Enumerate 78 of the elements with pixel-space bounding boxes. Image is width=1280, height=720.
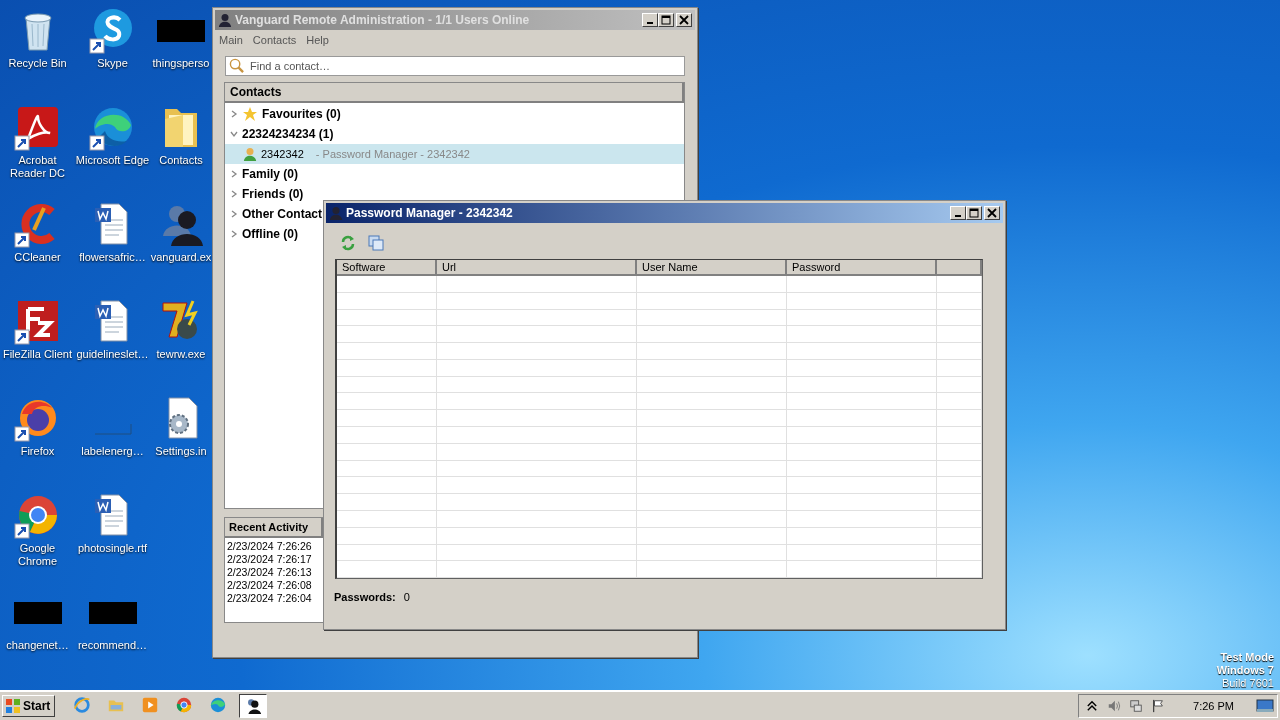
window-title: Password Manager - 2342342 — [346, 206, 514, 220]
contact-group[interactable]: Friends (0) — [225, 184, 304, 204]
flag-icon[interactable] — [1151, 699, 1166, 713]
search-icon — [229, 58, 244, 73]
icon-label: FileZilla Client — [2, 348, 73, 361]
count-label: Passwords: — [334, 591, 396, 603]
close-button[interactable] — [676, 13, 692, 27]
menu-item[interactable]: Contacts — [252, 34, 297, 46]
icon-label: Settings.in — [155, 445, 207, 458]
icon-label: Microsoft Edge — [75, 154, 150, 167]
contact-group[interactable]: Other Contact — [225, 204, 322, 224]
expand-icon[interactable] — [230, 110, 238, 118]
activity-entry: 2/23/2024 7:26:26 — [227, 540, 313, 553]
contact-name: 2342342 — [261, 148, 304, 160]
edition-label: Windows 7 — [1216, 664, 1274, 677]
start-logo-icon — [5, 698, 21, 714]
column-header[interactable]: Password — [787, 260, 937, 276]
contact-status: - Password Manager - 2342342 — [315, 148, 470, 160]
column-header[interactable]: User Name — [637, 260, 787, 276]
clock[interactable]: 7:26 PM — [1193, 700, 1234, 712]
menu-item[interactable]: Help — [306, 34, 329, 46]
icon-label: labelenerg… — [81, 445, 144, 458]
icon-label: vanguard.ex — [150, 251, 212, 264]
activity-entry: 2/23/2024 7:26:17 — [227, 553, 313, 566]
user-icon[interactable] — [239, 694, 268, 718]
show-desktop-icon[interactable] — [1256, 699, 1274, 713]
expand-icon[interactable] — [230, 230, 238, 238]
column-header[interactable]: Software — [337, 260, 437, 276]
menu-item[interactable]: Main — [219, 34, 243, 46]
copy-icon[interactable] — [368, 235, 384, 251]
network-icon[interactable] — [1129, 699, 1144, 713]
panel-header: Recent Activity — [225, 518, 323, 538]
user-icon — [243, 147, 257, 161]
search-field[interactable]: Find a contact… — [225, 56, 685, 76]
icon-label: Skype — [97, 57, 128, 70]
show-hidden-icon[interactable] — [1085, 699, 1100, 713]
icon-label: flowersafric… — [79, 251, 146, 264]
column-header[interactable]: Url — [437, 260, 637, 276]
activity-entry: 2/23/2024 7:26:04 — [227, 592, 313, 605]
start-button[interactable]: Start — [2, 695, 56, 717]
contact-group[interactable]: Offline (0) — [225, 224, 298, 244]
icon-label: guidelineslet… — [76, 348, 149, 361]
maximize-button[interactable] — [966, 206, 982, 220]
close-button[interactable] — [984, 206, 1000, 220]
user-icon — [218, 13, 232, 27]
contact-group[interactable]: Favourites (0) — [225, 104, 341, 124]
contact-row[interactable]: 2342342 - Password Manager - 2342342 — [225, 144, 684, 164]
icon-label: Google Chrome — [16, 542, 59, 568]
minimize-button[interactable] — [642, 13, 658, 27]
icon-label: Contacts — [159, 154, 203, 167]
build-label: Build 7601 — [1222, 677, 1274, 690]
collapse-icon[interactable] — [230, 130, 238, 138]
contact-group[interactable]: 22324234234 (1) — [225, 124, 334, 144]
user-icon — [329, 206, 343, 220]
speaker-icon[interactable] — [1107, 699, 1122, 713]
icon-label: recommend… — [77, 639, 148, 652]
star-icon — [242, 106, 258, 122]
minimize-button[interactable] — [950, 206, 966, 220]
activity-entry: 2/23/2024 7:26:13 — [227, 566, 313, 579]
count-value: 0 — [403, 591, 410, 603]
test-mode-label: Test Mode — [1220, 651, 1274, 664]
window-title: Vanguard Remote Administration - 1/1 Users Online — [235, 13, 531, 27]
expand-icon[interactable] — [230, 190, 238, 198]
header-filler — [937, 260, 982, 276]
icon-label: tewrw.exe — [156, 348, 206, 361]
activity-entry: 2/23/2024 7:26:08 — [227, 579, 313, 592]
icon-label: Recycle Bin — [8, 57, 67, 70]
icon-label: Acrobat Reader DC — [9, 154, 66, 180]
icon-label: Firefox — [20, 445, 55, 458]
contact-group[interactable]: Family (0) — [225, 164, 298, 184]
panel-header: Contacts — [225, 83, 684, 103]
icon-label: changenet… — [6, 639, 69, 652]
icon-label: CCleaner — [14, 251, 61, 264]
expand-icon[interactable] — [230, 210, 238, 218]
icon-label: photosingle.rtf — [77, 542, 148, 555]
maximize-button[interactable] — [658, 13, 674, 27]
expand-icon[interactable] — [230, 170, 238, 178]
icon-label: thingsperso — [152, 57, 210, 70]
